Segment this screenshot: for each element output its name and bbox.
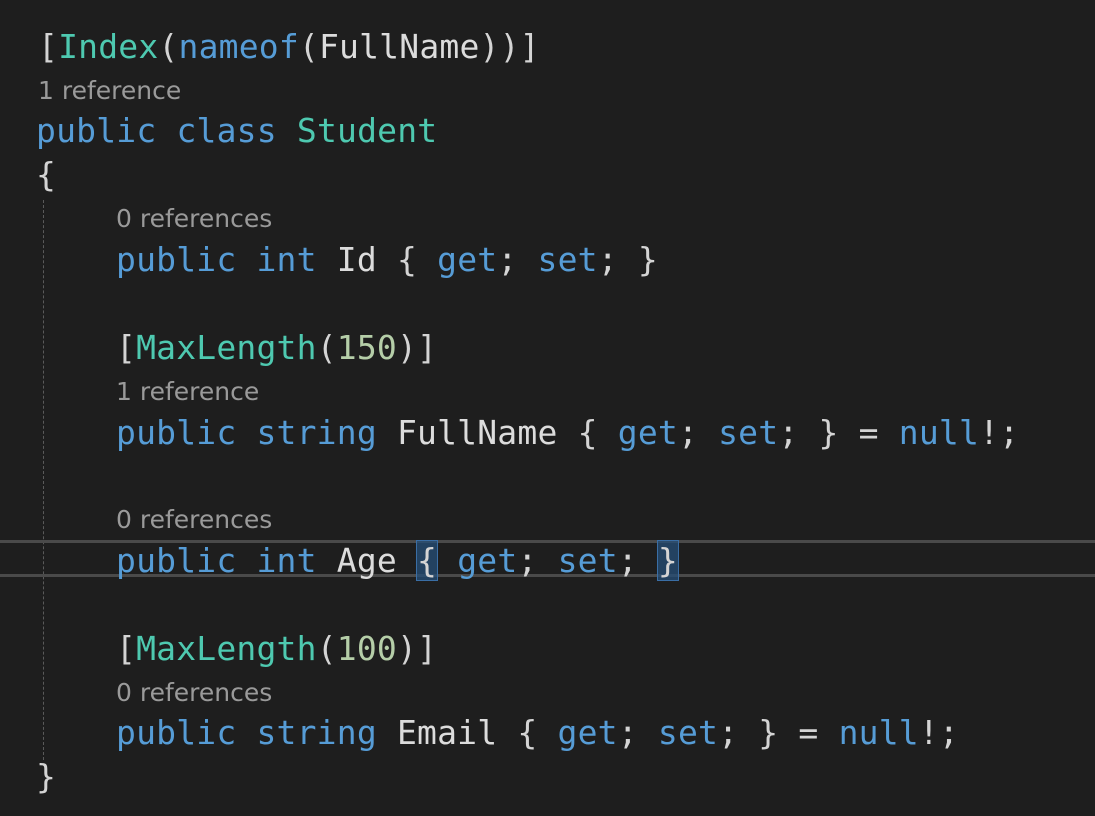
semicolon: ; <box>617 541 638 580</box>
codelens-email-references[interactable]: 0 references <box>116 678 272 708</box>
line-prop-email[interactable]: public string Email { get; set; } = null… <box>116 713 959 753</box>
brace: { <box>517 713 538 752</box>
equals: = <box>798 713 819 752</box>
closing-brackets: )] <box>396 328 438 367</box>
closing-brackets: )] <box>396 629 438 668</box>
keyword-class: class <box>176 111 277 150</box>
codelens-age-references[interactable]: 0 references <box>116 505 272 535</box>
brace: } <box>758 713 779 752</box>
semicolon: ; <box>597 240 618 279</box>
property-name: FullName <box>396 413 558 452</box>
paren: ( <box>316 629 337 668</box>
line-close-brace[interactable]: } <box>36 757 56 797</box>
property-name: Id <box>336 240 377 279</box>
line-open-brace[interactable]: { <box>36 155 56 195</box>
type-string: string <box>256 413 377 452</box>
codelens-fullname-references[interactable]: 1 reference <box>116 377 259 407</box>
bracket: [ <box>116 629 137 668</box>
brace: { <box>396 240 418 279</box>
equals: = <box>858 413 879 452</box>
keyword-get: get <box>617 413 678 452</box>
keyword-get: get <box>457 541 518 580</box>
brace: { <box>577 413 598 452</box>
semicolon: ; <box>617 713 638 752</box>
attribute-name: Index <box>58 27 159 66</box>
keyword-public: public <box>116 541 237 580</box>
attribute-name: MaxLength <box>136 328 317 367</box>
keyword-get: get <box>437 240 498 279</box>
line-maxlength-150[interactable]: [MaxLength(150)] <box>116 328 437 368</box>
paren: ( <box>316 328 337 367</box>
keyword-set: set <box>557 541 618 580</box>
attribute-name: MaxLength <box>136 629 317 668</box>
keyword-public: public <box>116 413 237 452</box>
type-string: string <box>256 713 377 752</box>
code-editor[interactable]: [Index(nameof(FullName))] 1 reference pu… <box>0 0 1095 816</box>
semicolon: ; <box>517 541 538 580</box>
codelens-id-references[interactable]: 0 references <box>116 204 272 234</box>
matched-brace-close: } <box>656 540 680 581</box>
null-forgiving-semicolon: !; <box>979 413 1020 452</box>
paren: ( <box>298 27 319 66</box>
semicolon: ; <box>497 240 518 279</box>
keyword-set: set <box>537 240 598 279</box>
keyword-public: public <box>36 111 157 150</box>
number-literal: 150 <box>336 328 397 367</box>
keyword-null: null <box>838 713 919 752</box>
type-int: int <box>256 240 317 279</box>
semicolon: ; <box>677 413 699 452</box>
null-forgiving-semicolon: !; <box>918 713 959 752</box>
brace: } <box>818 413 839 452</box>
identifier: FullName <box>318 27 480 66</box>
keyword-public: public <box>116 713 237 752</box>
line-prop-age[interactable]: public int Age { get; set; } <box>116 540 680 581</box>
keyword-set: set <box>657 713 719 752</box>
bracket: [ <box>38 27 59 66</box>
semicolon: ; <box>778 413 799 452</box>
nameof-keyword: nameof <box>178 27 299 66</box>
line-index-attribute[interactable]: [Index(nameof(FullName))] <box>38 27 540 67</box>
semicolon: ; <box>718 713 739 752</box>
keyword-set: set <box>718 413 779 452</box>
paren: ( <box>158 27 179 66</box>
number-literal: 100 <box>336 629 397 668</box>
property-name: Email <box>396 713 498 752</box>
closing-brackets: ))] <box>479 27 540 66</box>
line-class-declaration[interactable]: public class Student <box>36 111 437 151</box>
bracket: [ <box>116 328 137 367</box>
line-maxlength-100[interactable]: [MaxLength(100)] <box>116 629 437 669</box>
codelens-class-references[interactable]: 1 reference <box>38 76 181 106</box>
matched-brace-open: { <box>416 540 439 581</box>
keyword-public: public <box>116 240 237 279</box>
keyword-get: get <box>557 713 618 752</box>
type-int: int <box>256 541 317 580</box>
property-name: Age <box>336 541 397 580</box>
brace: } <box>637 240 658 279</box>
keyword-null: null <box>898 413 980 452</box>
class-name: Student <box>296 111 438 150</box>
line-prop-id[interactable]: public int Id { get; set; } <box>116 240 658 280</box>
line-prop-fullname[interactable]: public string FullName { get; set; } = n… <box>116 413 1019 453</box>
indent-guide <box>43 200 44 760</box>
